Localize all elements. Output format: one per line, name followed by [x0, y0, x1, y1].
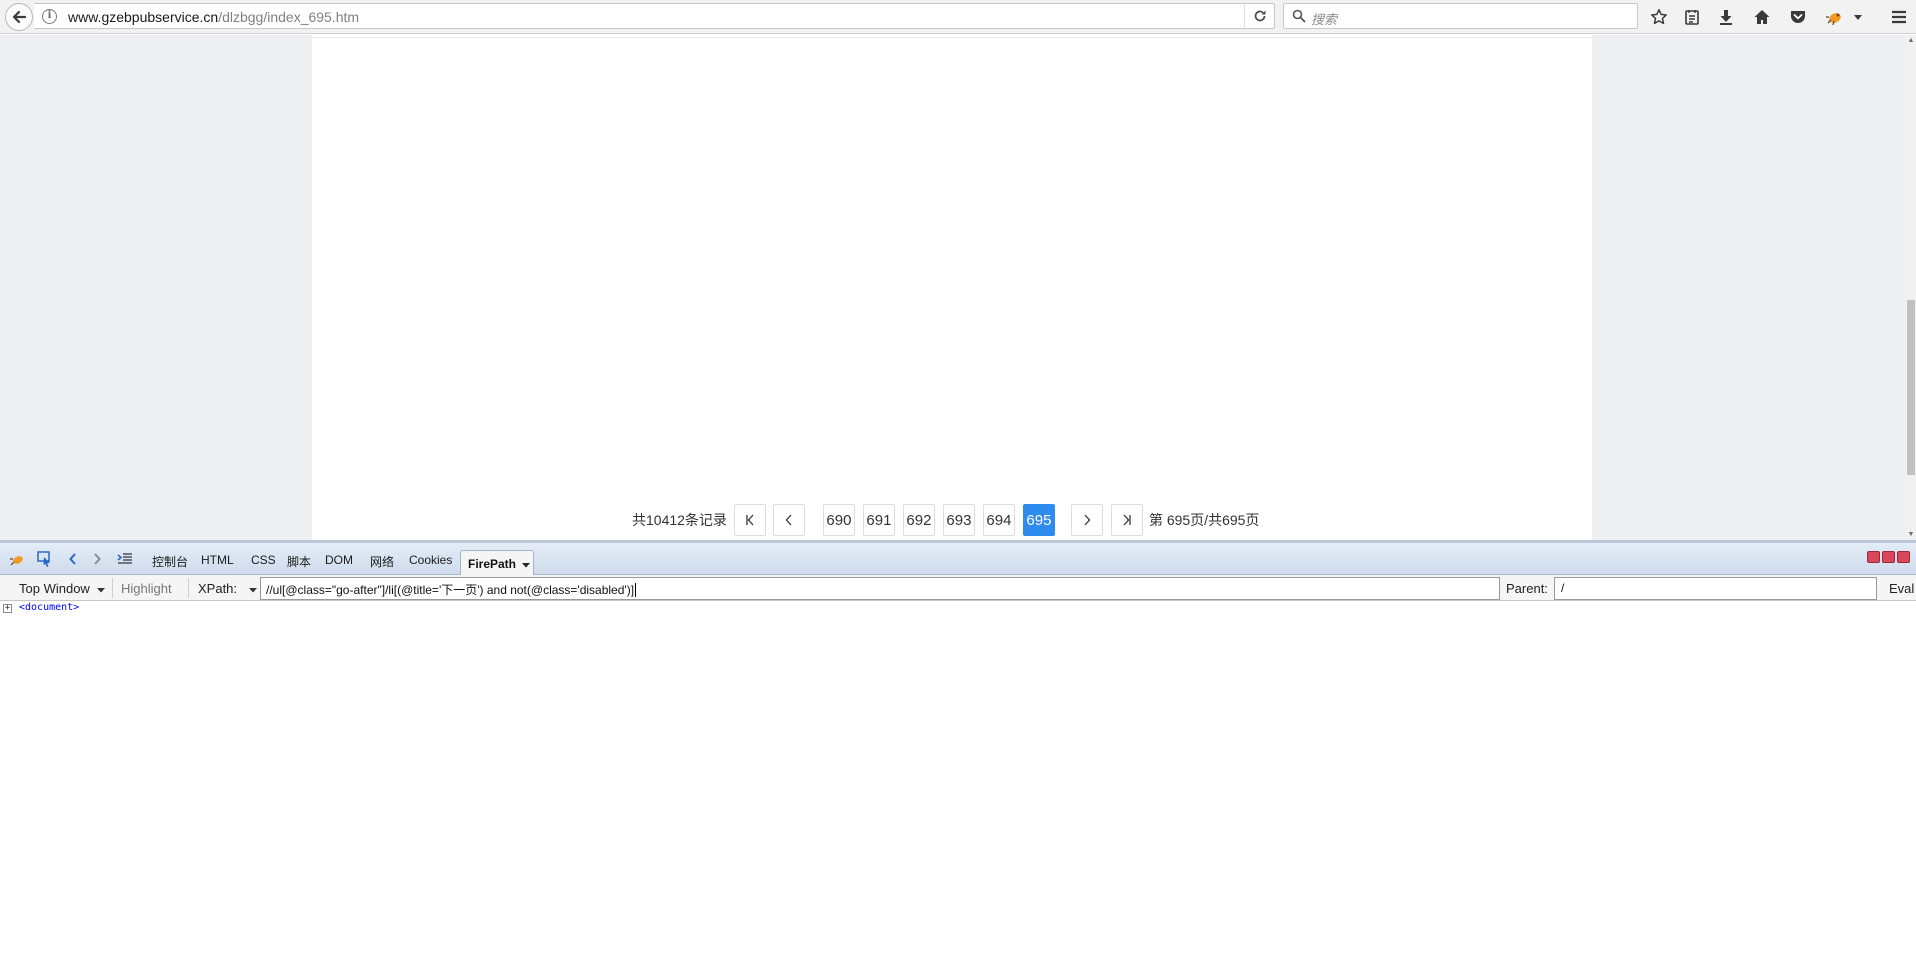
divider	[312, 37, 1592, 38]
detach-devtools-button[interactable]	[1882, 551, 1895, 563]
download-icon	[1720, 10, 1732, 25]
home-icon	[1754, 10, 1770, 24]
tab-cookies[interactable]: Cookies	[409, 553, 452, 567]
chevron-down-icon	[97, 588, 106, 593]
first-page-icon	[746, 514, 754, 526]
reading-list-button[interactable]	[1680, 5, 1704, 29]
firebug-button[interactable]	[1822, 5, 1846, 29]
reading-list-icon	[1685, 10, 1699, 25]
xpath-selector[interactable]: XPath:	[198, 581, 257, 596]
info-icon[interactable]: i	[42, 9, 57, 24]
firebug-menu-dropdown[interactable]	[1849, 5, 1867, 29]
firepath-tree-panel: + <document>	[0, 601, 1916, 980]
tab-console[interactable]: 控制台	[152, 553, 188, 570]
page-content: 共10412条记录 690 691 692 693 694 695 第 695页…	[0, 35, 1906, 540]
prev-page-button[interactable]	[772, 504, 805, 536]
command-line-button[interactable]	[116, 550, 134, 568]
page-694[interactable]: 694	[982, 504, 1015, 536]
reload-icon	[1254, 10, 1265, 22]
tab-dom[interactable]: DOM	[325, 553, 353, 567]
tab-firepath[interactable]: FirePath	[460, 550, 534, 576]
prev-page-icon	[785, 514, 792, 526]
search-icon	[1292, 9, 1306, 23]
last-page-button[interactable]	[1110, 504, 1143, 536]
separator	[188, 578, 189, 598]
record-count: 共10412条记录	[632, 512, 727, 528]
download-button[interactable]	[1714, 5, 1738, 29]
tab-html[interactable]: HTML	[201, 553, 234, 567]
page-693[interactable]: 693	[942, 504, 975, 536]
page-692[interactable]: 692	[902, 504, 935, 536]
bookmark-star-button[interactable]	[1647, 5, 1671, 29]
parent-label: Parent:	[1506, 581, 1548, 596]
pagination: 共10412条记录 690 691 692 693 694 695 第 695页…	[632, 504, 1259, 536]
page-691[interactable]: 691	[862, 504, 895, 536]
tab-css[interactable]: CSS	[251, 553, 276, 567]
page-scrollbar[interactable]: ▲ ▼	[1906, 35, 1916, 540]
devtools-back-button[interactable]	[64, 550, 82, 568]
firebug-icon	[1826, 13, 1841, 26]
eval-button[interactable]: Eval	[1889, 581, 1914, 596]
last-page-icon	[1123, 514, 1131, 526]
browser-toolbar: i www.gzebpubservice.cn/dlzbgg/index_695…	[0, 0, 1916, 34]
home-button[interactable]	[1750, 5, 1774, 29]
highlight-toggle[interactable]: Highlight	[121, 581, 172, 596]
tab-script[interactable]: 脚本	[287, 553, 311, 570]
tree-node-document[interactable]: <document>	[19, 602, 79, 613]
hamburger-menu-icon	[1892, 10, 1906, 24]
expand-toggle[interactable]: +	[3, 604, 12, 613]
chevron-down-icon	[522, 563, 531, 568]
next-page-icon	[1084, 514, 1091, 526]
devtools-tabbar: 控制台 HTML CSS 脚本 DOM 网络 Cookies FirePath	[0, 543, 1916, 576]
chevron-down-icon	[248, 588, 257, 593]
window-selector-label: Top Window	[19, 581, 90, 596]
minimize-devtools-button[interactable]	[1867, 551, 1880, 563]
inspect-icon	[37, 551, 50, 567]
url-bar[interactable]: i www.gzebpubservice.cn/dlzbgg/index_695…	[34, 3, 1275, 29]
url-host: www.gzebpubservice.cn	[68, 9, 219, 25]
page-info: 第 695页/共695页	[1148, 512, 1260, 528]
search-placeholder: 搜索	[1311, 12, 1338, 27]
xpath-value: //ul[@class="go-after"]/li[(@title='下一页'…	[266, 583, 635, 597]
pocket-button[interactable]	[1786, 5, 1810, 29]
back-icon	[12, 10, 27, 24]
pocket-icon	[1791, 11, 1805, 23]
bookmark-star-icon	[1651, 9, 1667, 25]
chevron-left-icon	[69, 553, 76, 565]
next-page-button[interactable]	[1070, 504, 1103, 536]
tab-firepath-label: FirePath	[468, 557, 517, 571]
firebug-icon	[10, 556, 23, 566]
chevron-right-icon	[94, 553, 101, 565]
url-path: /dlzbgg/index_695.htm	[218, 9, 360, 25]
scroll-down-arrow[interactable]: ▼	[1906, 531, 1916, 538]
devtools-forward-button[interactable]	[88, 550, 106, 568]
separator	[112, 578, 113, 598]
page-690[interactable]: 690	[822, 504, 855, 536]
firebug-menu-button[interactable]	[8, 550, 26, 568]
xpath-label: XPath:	[198, 581, 238, 596]
scrollbar-thumb[interactable]	[1907, 300, 1915, 475]
menu-dropdown-icon	[1854, 15, 1862, 20]
back-button[interactable]	[5, 3, 33, 31]
parent-input[interactable]: /	[1554, 577, 1877, 600]
open-menu-button[interactable]	[1887, 5, 1911, 29]
window-selector[interactable]: Top Window	[19, 581, 106, 596]
close-devtools-button[interactable]	[1897, 551, 1910, 563]
search-bar[interactable]: 搜索	[1283, 3, 1638, 29]
url-text[interactable]: www.gzebpubservice.cn/dlzbgg/index_695.h…	[68, 9, 359, 25]
page-panel: 共10412条记录 690 691 692 693 694 695 第 695页…	[312, 35, 1592, 540]
command-line-icon	[117, 553, 132, 564]
scroll-up-arrow[interactable]: ▲	[1906, 37, 1916, 44]
first-page-button[interactable]	[733, 504, 766, 536]
xpath-input[interactable]: //ul[@class="go-after"]/li[(@title='下一页'…	[260, 577, 1500, 600]
firepath-toolbar: Top Window Highlight XPath: //ul[@class=…	[0, 575, 1916, 601]
reload-button[interactable]	[1244, 4, 1274, 28]
page-695-current[interactable]: 695	[1022, 504, 1055, 536]
inspect-element-button[interactable]	[36, 550, 54, 568]
tab-network[interactable]: 网络	[370, 553, 394, 570]
text-cursor	[635, 583, 637, 597]
